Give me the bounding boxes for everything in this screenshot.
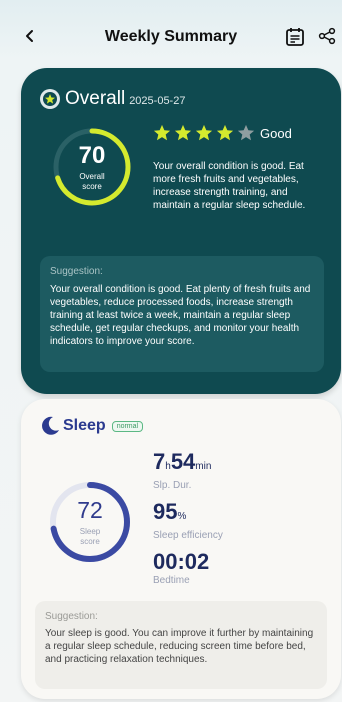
sleep-efficiency-label: Sleep efficiency (153, 530, 223, 541)
star-icon (237, 124, 255, 141)
star-icon (153, 124, 171, 141)
sleep-suggestion-label: Suggestion: (45, 611, 98, 622)
bedtime-value: 00:02 (153, 549, 210, 574)
overall-score-label-line1: Overall (79, 172, 105, 181)
efficiency-unit: % (177, 511, 187, 522)
rating-stars: Good (153, 124, 292, 142)
overall-score-value: 70 (78, 142, 106, 169)
sleep-score-label-line2: score (80, 537, 100, 546)
sleep-suggestion-box: Suggestion: Your sleep is good. You can … (35, 601, 327, 689)
sleep-score-value: 72 (77, 497, 103, 523)
sleep-score-ring: 72 Sleep score (47, 479, 133, 565)
sleep-metrics: 7h54min Slp. Dur. 95% Sleep efficiency 0… (153, 449, 323, 594)
sleep-score-label-line1: Sleep (79, 527, 101, 536)
overall-date: 2025-05-27 (129, 95, 186, 107)
sleep-title: Sleep (63, 417, 106, 434)
overall-card: Overall 2025-05-27 70 Overall score Good… (21, 68, 341, 394)
sleep-duration-label: Slp. Dur. (153, 480, 192, 491)
overall-suggestion-box: Suggestion: Your overall condition is go… (40, 256, 324, 372)
overall-score-label: Overall score (51, 172, 133, 192)
overall-title: Overall (65, 88, 126, 109)
calendar-button[interactable] (284, 26, 308, 50)
overall-score-ring: 70 Overall score (51, 126, 133, 208)
bedtime-label: Bedtime (153, 575, 190, 586)
share-icon (318, 27, 336, 45)
star-icon (216, 124, 234, 141)
efficiency-number: 95 (153, 499, 178, 524)
overall-description: Your overall condition is good. Eat more… (153, 161, 306, 211)
sleep-duration-value: 7h54min (153, 449, 323, 480)
overall-suggestion-label: Suggestion: (50, 266, 103, 277)
overall-header: Overall 2025-05-27 (39, 88, 185, 110)
duration-hours: 7 (153, 449, 166, 474)
overall-score-label-line2: score (82, 182, 102, 191)
duration-minutes-unit: min (195, 461, 212, 472)
moon-icon (42, 416, 59, 435)
sleep-card[interactable]: Sleep normal 72 Sleep score 7h54min Slp.… (21, 399, 341, 699)
rating-label: Good (260, 125, 292, 141)
sleep-header: Sleep normal (39, 415, 144, 437)
sleep-suggestion-text: Your sleep is good. You can improve it f… (45, 628, 314, 665)
overall-badge-icon (40, 89, 60, 109)
sleep-efficiency-value: 95% (153, 499, 323, 530)
overall-suggestion-text: Your overall condition is good. Eat plen… (50, 284, 311, 347)
duration-minutes: 54 (170, 449, 196, 474)
star-icon (174, 124, 192, 141)
share-button[interactable] (318, 27, 340, 49)
star-icon (195, 124, 213, 141)
header: Weekly Summary (0, 0, 342, 70)
sleep-score-label: Sleep score (47, 527, 133, 547)
status-badge: normal (111, 420, 144, 432)
calendar-icon (286, 28, 304, 46)
